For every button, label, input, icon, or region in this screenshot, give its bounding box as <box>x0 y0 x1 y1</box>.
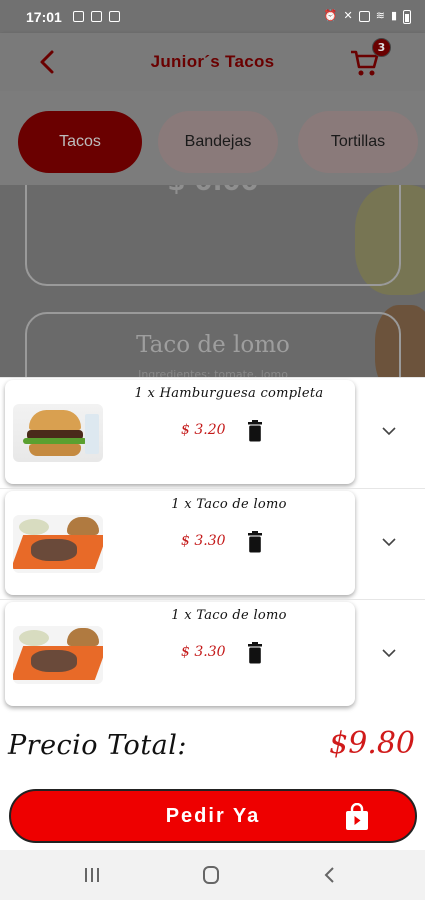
message-notification-icon <box>108 11 120 22</box>
home-button[interactable] <box>197 863 225 887</box>
product-card: $ 0.00 <box>25 185 401 286</box>
total-bar: Precio Total: $9.80 <box>0 710 425 782</box>
tab-label: Bandejas <box>184 133 252 150</box>
gallery-notification-icon <box>72 11 84 22</box>
recents-icon <box>85 868 99 882</box>
app-header: Junior´s Tacos 3 <box>0 33 425 91</box>
cart-item-card[interactable]: 1 x Taco de lomo $ 3.30 <box>5 491 355 595</box>
cart-item-card[interactable]: 1 x Hamburguesa completa $ 3.20 <box>5 380 355 484</box>
product-name: Taco de lomo <box>136 332 290 358</box>
cart-item: 1 x Taco de lomo $ 3.30 <box>0 488 425 598</box>
trash-icon <box>248 420 262 442</box>
cart-sheet: 1 x Hamburguesa completa $ 3.20 1 x Taco… <box>0 377 425 850</box>
chevron-down-icon <box>382 426 396 435</box>
item-image <box>13 404 103 462</box>
cart-item-card[interactable]: 1 x Taco de lomo $ 3.30 <box>5 602 355 706</box>
expand-item-button[interactable] <box>378 531 400 553</box>
signal-icon: ▮ <box>390 10 397 22</box>
product-card: Taco de lomo Ingredientes: tomate, lomo <box>25 312 401 377</box>
status-bar: 17:01 ⏰ ✕ ≋ ▮ <box>0 0 425 33</box>
product-description: Ingredientes: tomate, lomo <box>138 368 288 377</box>
mute-icon: ✕ <box>343 10 353 22</box>
total-value: $9.80 <box>329 726 415 761</box>
back-arrow-icon <box>40 50 54 74</box>
home-icon <box>203 866 219 884</box>
item-name: 1 x Taco de lomo <box>171 497 287 512</box>
shopping-bag-icon <box>346 803 368 830</box>
alarm-icon: ⏰ <box>323 10 338 22</box>
delete-item-button[interactable] <box>247 642 263 664</box>
tab-label: Tortillas <box>330 133 386 150</box>
nav-back-icon <box>324 867 334 883</box>
item-image <box>13 515 103 573</box>
app-title: Junior´s Tacos <box>150 52 275 71</box>
delete-item-button[interactable] <box>247 531 263 553</box>
cart-item: 1 x Taco de lomo $ 3.30 <box>0 599 425 709</box>
tab-tacos[interactable]: Tacos <box>18 111 142 173</box>
tab-label: Tacos <box>59 133 101 150</box>
item-image <box>13 626 103 684</box>
total-label: Precio Total: <box>8 730 187 761</box>
back-button[interactable] <box>30 45 64 79</box>
chevron-down-icon <box>382 648 396 657</box>
item-price: $ 3.20 <box>181 422 226 438</box>
system-nav-bar <box>0 850 425 900</box>
trash-icon <box>248 531 262 553</box>
battery-icon <box>403 9 411 24</box>
recents-button[interactable] <box>78 863 106 887</box>
cart-button[interactable]: 3 <box>349 38 391 79</box>
delete-item-button[interactable] <box>247 420 263 442</box>
order-button-label: Pedir Ya <box>165 804 261 827</box>
order-now-button[interactable]: Pedir Ya <box>9 789 417 843</box>
wifi-icon: ≋ <box>375 10 385 22</box>
tab-bandejas[interactable]: Bandejas <box>158 111 278 173</box>
item-name: 1 x Hamburguesa completa <box>134 386 324 401</box>
product-list-background: $ 0.00 Taco de lomo Ingredientes: tomate… <box>0 185 425 377</box>
expand-item-button[interactable] <box>378 642 400 664</box>
cart-item: 1 x Hamburguesa completa $ 3.20 <box>0 377 425 487</box>
status-time: 17:01 <box>26 8 62 25</box>
cart-count-badge: 3 <box>372 38 391 57</box>
lte-icon <box>358 11 370 22</box>
app-notification-icon <box>90 11 102 22</box>
chevron-down-icon <box>382 537 396 546</box>
item-price: $ 3.30 <box>181 644 226 660</box>
category-tabs: Tacos Bandejas Tortillas <box>0 91 425 185</box>
item-price: $ 3.30 <box>181 533 226 549</box>
item-name: 1 x Taco de lomo <box>171 608 287 623</box>
expand-item-button[interactable] <box>378 420 400 442</box>
product-price: $ 0.00 <box>27 185 399 197</box>
trash-icon <box>248 642 262 664</box>
tab-tortillas[interactable]: Tortillas <box>298 111 418 173</box>
nav-back-button[interactable] <box>316 863 344 887</box>
